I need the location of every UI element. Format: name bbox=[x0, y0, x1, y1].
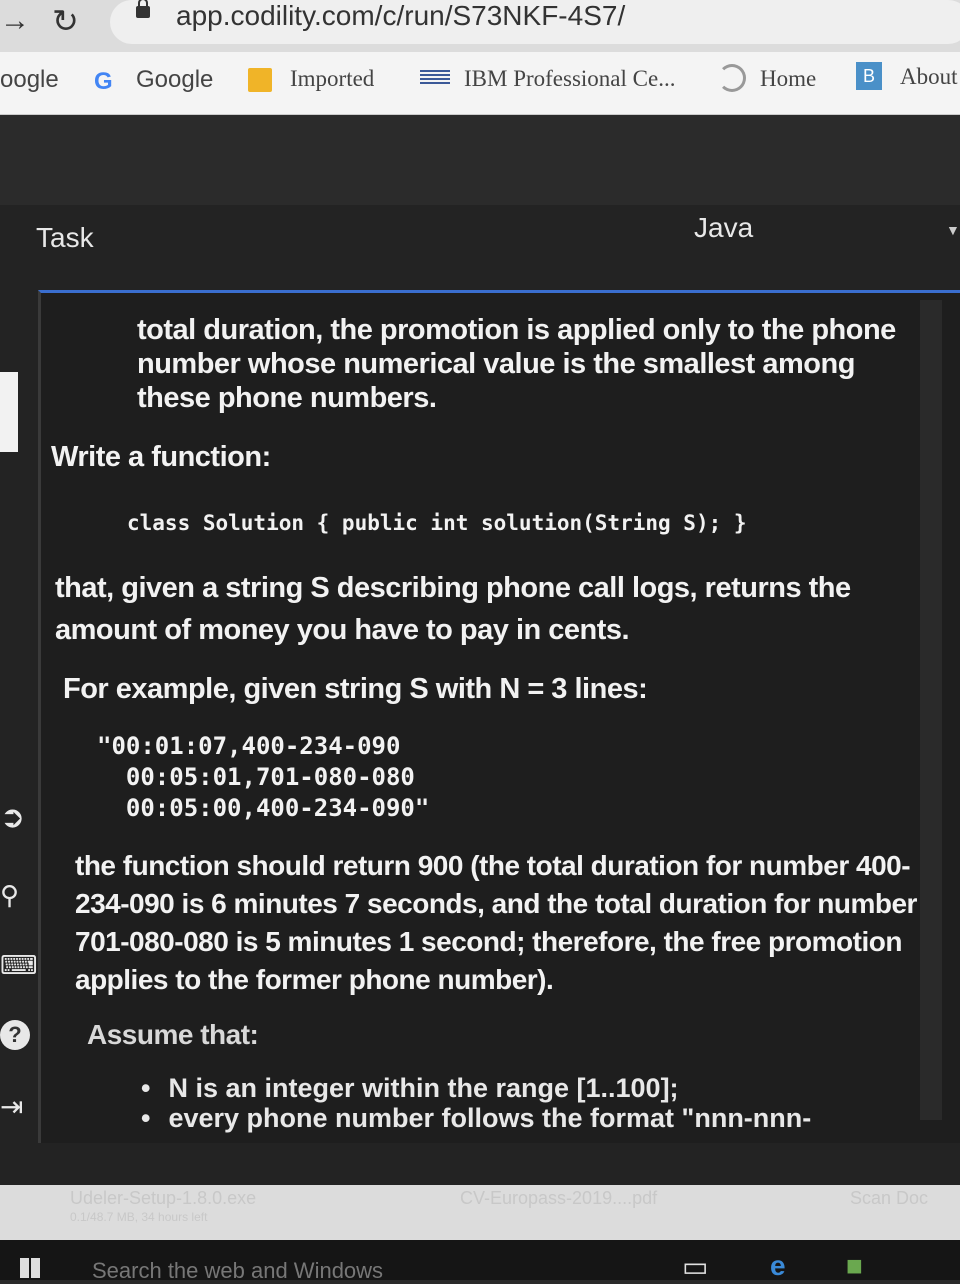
function-signature: class Solution { public int solution(Str… bbox=[127, 511, 747, 535]
task-tab[interactable]: Task bbox=[36, 222, 94, 254]
keyboard-icon[interactable]: ⌨ bbox=[0, 950, 38, 981]
sidebar-tab[interactable] bbox=[0, 372, 18, 452]
reload-icon[interactable]: ↻ bbox=[52, 2, 79, 40]
taskbar-search[interactable]: Search the web and Windows bbox=[92, 1258, 383, 1284]
assumptions-list: N is an integer within the range [1..100… bbox=[141, 1073, 811, 1133]
bookmark-ibm[interactable]: IBM Professional Ce... bbox=[464, 66, 675, 92]
help-icon[interactable]: ? bbox=[0, 1020, 30, 1050]
windows-start-icon[interactable] bbox=[20, 1258, 40, 1278]
exit-icon[interactable]: ➲ bbox=[0, 800, 25, 835]
app-icon[interactable]: ■ bbox=[846, 1250, 863, 1282]
bookmark-google[interactable]: Google bbox=[136, 66, 213, 94]
task-description-panel: total duration, the promotion is applied… bbox=[38, 290, 960, 1143]
bookmark-google-partial[interactable]: oogle bbox=[0, 66, 59, 94]
url-text[interactable]: app.codility.com/c/run/S73NKF-4S7/ bbox=[176, 0, 625, 32]
lock-icon bbox=[136, 0, 150, 18]
example-explanation-text: the function should return 900 (the tota… bbox=[75, 850, 917, 995]
download-item-scan[interactable]: Scan Doc bbox=[850, 1188, 928, 1209]
google-icon: G bbox=[94, 68, 113, 95]
blog-icon: B bbox=[856, 62, 882, 90]
example-code-block: "00:01:07,400-234-090 00:05:01,701-080-0… bbox=[97, 732, 430, 822]
task-intro-text: total duration, the promotion is applied… bbox=[137, 314, 896, 414]
home-site-icon bbox=[718, 64, 746, 92]
bookmark-home[interactable]: Home bbox=[760, 66, 816, 92]
task-view-icon[interactable]: ▭ bbox=[682, 1250, 708, 1283]
example-intro-text: For example, given string S with N = 3 l… bbox=[63, 673, 648, 705]
edge-icon[interactable]: e bbox=[770, 1250, 786, 1282]
codility-header bbox=[0, 115, 960, 205]
download-item-udeler[interactable]: Udeler-Setup-1.8.0.exe bbox=[70, 1188, 256, 1209]
bookmark-imported[interactable]: Imported bbox=[290, 66, 374, 92]
search-icon[interactable]: ⚲ bbox=[0, 880, 19, 911]
download-progress-text: 0.1/48.7 MB, 34 hours left bbox=[70, 1210, 208, 1224]
download-item-cv[interactable]: CV-Europass-2019....pdf bbox=[460, 1188, 657, 1209]
ibm-icon bbox=[420, 70, 450, 84]
write-function-heading: Write a function: bbox=[51, 441, 271, 473]
scrollbar[interactable] bbox=[920, 300, 942, 1120]
assumption-item: N is an integer within the range [1..100… bbox=[141, 1073, 811, 1103]
sign-in-icon[interactable]: ⇥ bbox=[0, 1090, 23, 1123]
language-select[interactable]: Java bbox=[694, 212, 753, 244]
forward-arrow-icon[interactable]: → bbox=[0, 4, 30, 38]
assume-heading: Assume that: bbox=[87, 1019, 259, 1050]
task-description-text: that, given a string S describing phone … bbox=[55, 572, 851, 646]
chevron-down-icon[interactable]: ▼ bbox=[946, 222, 960, 238]
folder-icon bbox=[248, 68, 272, 92]
bookmark-about[interactable]: About bbox=[900, 64, 958, 90]
assumption-item: every phone number follows the format "n… bbox=[141, 1103, 811, 1133]
